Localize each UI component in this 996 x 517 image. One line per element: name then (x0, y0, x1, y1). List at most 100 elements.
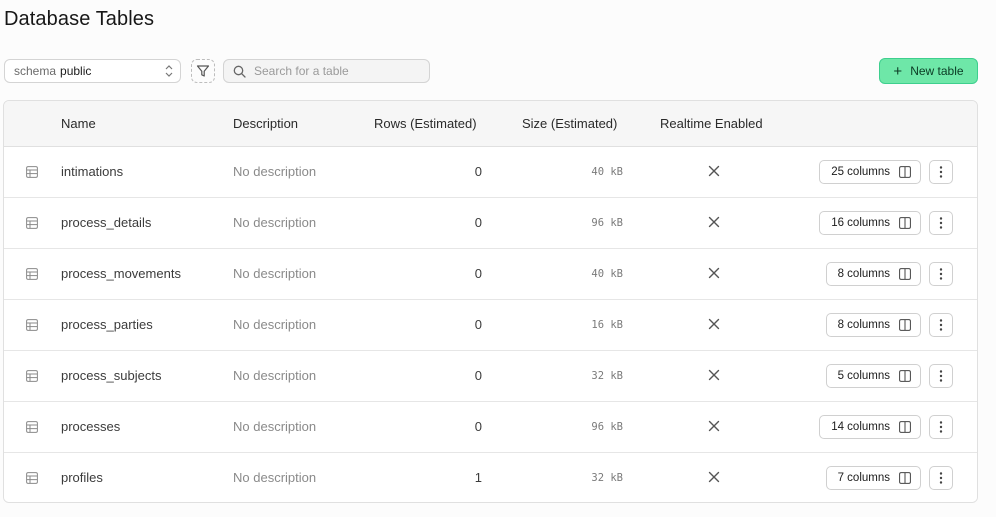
header-size: Size (Estimated) (522, 116, 618, 131)
header-description: Description (233, 116, 299, 131)
columns-icon (899, 319, 911, 331)
x-icon (708, 420, 720, 432)
columns-icon (899, 472, 911, 484)
table-icon (26, 268, 38, 280)
x-icon (708, 165, 720, 177)
view-columns-button[interactable]: 8 columns (825, 313, 921, 337)
table-icon (26, 319, 38, 331)
row-actions-button[interactable] (929, 364, 953, 388)
view-columns-button[interactable]: 25 columns (819, 160, 921, 184)
table-size-estimate: 16 kB (591, 319, 623, 331)
table-name[interactable]: process_movements (61, 266, 181, 281)
view-columns-button[interactable]: 8 columns (825, 262, 921, 286)
columns-count: 8 columns (837, 268, 890, 280)
header-rows: Rows (Estimated) (374, 116, 477, 131)
columns-count: 5 columns (837, 370, 890, 382)
x-icon (708, 216, 720, 228)
toolbar: schema public + New table (0, 58, 996, 86)
table-row[interactable]: intimations No description 0 40 kB 25 column… (4, 147, 977, 198)
row-actions-button[interactable] (929, 262, 953, 286)
schema-select[interactable]: schema public (4, 59, 181, 83)
tables-list: Name Description Rows (Estimated) Size (… (3, 100, 978, 503)
table-description: No description (233, 419, 317, 434)
view-columns-button[interactable]: 5 columns (825, 364, 921, 388)
table-size-estimate: 32 kB (591, 370, 623, 382)
table-size-estimate: 40 kB (591, 166, 623, 178)
view-columns-button[interactable]: 16 columns (819, 211, 921, 235)
columns-count: 7 columns (837, 472, 890, 484)
table-description: No description (233, 317, 317, 332)
more-vertical-icon (939, 421, 943, 433)
filter-button[interactable] (191, 59, 215, 83)
chevron-up-down-icon (165, 65, 173, 77)
table-name[interactable]: profiles (61, 470, 103, 485)
columns-count: 16 columns (831, 217, 890, 229)
page-title: Database Tables (4, 8, 155, 30)
more-vertical-icon (939, 166, 943, 178)
table-row[interactable]: profiles No description 1 32 kB 7 columns (4, 453, 977, 502)
columns-icon (899, 268, 911, 280)
table-name[interactable]: intimations (61, 164, 123, 179)
columns-count: 14 columns (831, 421, 890, 433)
x-icon (708, 267, 720, 279)
row-actions-button[interactable] (929, 160, 953, 184)
table-icon (26, 421, 38, 433)
table-rows-estimate: 0 (474, 368, 482, 383)
more-vertical-icon (939, 370, 943, 382)
row-actions-button[interactable] (929, 211, 953, 235)
more-vertical-icon (939, 217, 943, 229)
table-rows-estimate: 0 (474, 317, 482, 332)
table-size-estimate: 96 kB (591, 217, 623, 229)
table-row[interactable]: processes No description 0 96 kB 14 columns (4, 402, 977, 453)
table-rows-estimate: 0 (474, 164, 482, 179)
table-rows-estimate: 0 (474, 419, 482, 434)
table-name[interactable]: process_subjects (61, 368, 161, 383)
table-icon (26, 217, 38, 229)
row-actions-button[interactable] (929, 313, 953, 337)
schema-select-value: public (60, 64, 92, 78)
header-realtime: Realtime Enabled (660, 116, 763, 131)
columns-icon (899, 370, 911, 382)
columns-icon (899, 421, 911, 433)
table-rows-estimate: 0 (474, 266, 482, 281)
table-rows-estimate: 0 (474, 215, 482, 230)
table-name[interactable]: process_parties (61, 317, 153, 332)
table-row[interactable]: process_movements No description 0 40 kB 8 c… (4, 249, 977, 300)
table-size-estimate: 40 kB (591, 268, 623, 280)
more-vertical-icon (939, 268, 943, 280)
table-icon (26, 472, 38, 484)
table-header: Name Description Rows (Estimated) Size (… (4, 101, 977, 147)
filter-icon (196, 65, 210, 77)
columns-count: 25 columns (831, 166, 890, 178)
new-table-label: New table (910, 64, 964, 78)
table-description: No description (233, 368, 317, 383)
table-icon (26, 166, 38, 178)
more-vertical-icon (939, 472, 943, 484)
row-actions-button[interactable] (929, 466, 953, 490)
table-icon (26, 370, 38, 382)
table-size-estimate: 96 kB (591, 421, 623, 433)
x-icon (708, 369, 720, 381)
search-box (223, 59, 430, 83)
table-description: No description (233, 470, 317, 485)
columns-icon (899, 217, 911, 229)
table-row[interactable]: process_details No description 0 96 kB 16 co… (4, 198, 977, 249)
row-actions-button[interactable] (929, 415, 953, 439)
schema-select-label: schema (14, 64, 57, 78)
view-columns-button[interactable]: 14 columns (819, 415, 921, 439)
search-icon (233, 65, 246, 78)
table-row[interactable]: process_subjects No description 0 32 kB 5 co… (4, 351, 977, 402)
table-row[interactable]: process_parties No description 0 16 kB 8 col… (4, 300, 977, 351)
columns-count: 8 columns (837, 319, 890, 331)
table-name[interactable]: process_details (61, 215, 151, 230)
table-description: No description (233, 164, 317, 179)
table-name[interactable]: processes (61, 419, 120, 434)
view-columns-button[interactable]: 7 columns (825, 466, 921, 490)
table-rows-estimate: 1 (474, 470, 482, 485)
table-size-estimate: 32 kB (591, 472, 623, 484)
new-table-button[interactable]: + New table (879, 58, 978, 84)
table-description: No description (233, 215, 317, 230)
table-description: No description (233, 266, 317, 281)
x-icon (708, 318, 720, 330)
search-input[interactable] (254, 64, 414, 78)
